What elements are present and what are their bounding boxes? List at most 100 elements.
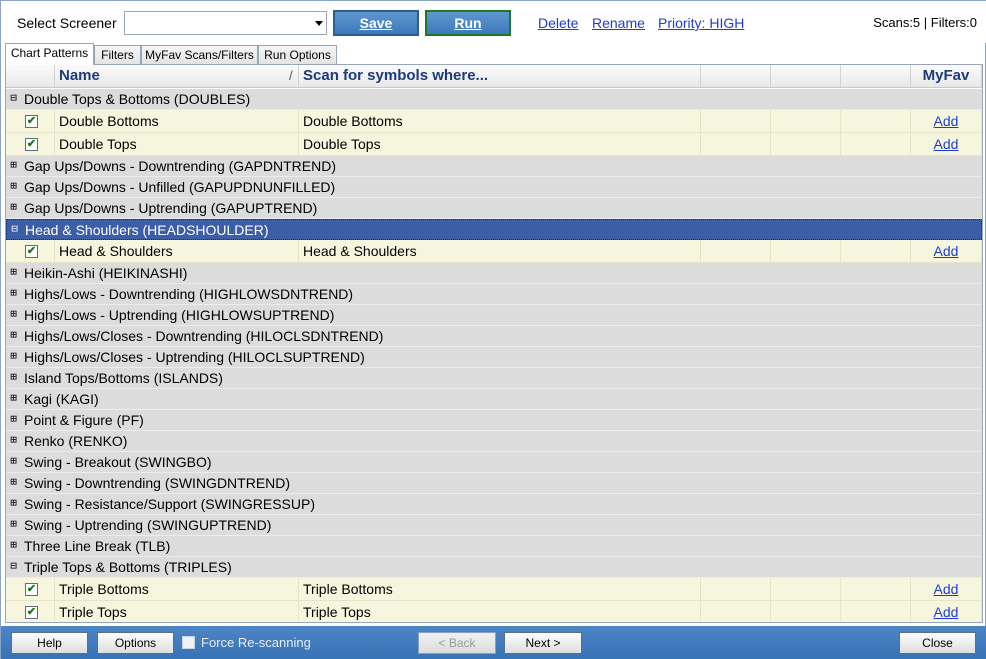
group-row[interactable]: ⊞ Gap Ups/Downs - Downtrending (GAPDNTREN… xyxy=(6,156,982,177)
group-row[interactable]: ⊞ Renko (RENKO) xyxy=(6,431,982,452)
group-row[interactable]: ⊞ Point & Figure (PF) xyxy=(6,410,982,431)
scan-name: Double Tops xyxy=(55,133,299,155)
group-label: Kagi (KAGI) xyxy=(24,391,99,407)
expand-icon[interactable]: ⊞ xyxy=(9,159,18,170)
group-row[interactable]: ⊞ Swing - Breakout (SWINGBO) xyxy=(6,452,982,473)
scan-row[interactable]: ✔ Double Tops Double Tops Add xyxy=(6,133,982,156)
group-label: Swing - Breakout (SWINGBO) xyxy=(24,454,212,470)
group-row[interactable]: ⊞ Highs/Lows - Downtrending (HIGHLOWSDNTR… xyxy=(6,284,982,305)
group-row[interactable]: ⊞ Gap Ups/Downs - Uptrending (GAPUPTREND) xyxy=(6,198,982,219)
save-button[interactable]: Save xyxy=(333,10,419,36)
header-column-5 xyxy=(841,65,911,87)
scan-row[interactable]: ✔ Double Bottoms Double Bottoms Add xyxy=(6,110,982,133)
empty-cell xyxy=(701,601,771,622)
add-to-myfav-link[interactable]: Add xyxy=(934,243,959,259)
header-name[interactable]: Name xyxy=(55,65,299,87)
empty-cell xyxy=(701,578,771,600)
scan-checkbox[interactable]: ✔ xyxy=(25,115,38,128)
expand-icon[interactable]: ⊞ xyxy=(9,350,18,361)
group-label: Swing - Resistance/Support (SWINGRESSUP) xyxy=(24,496,315,512)
scan-checkbox[interactable]: ✔ xyxy=(25,138,38,151)
group-row[interactable]: ⊞ Swing - Downtrending (SWINGDNTREND) xyxy=(6,473,982,494)
scan-name: Head & Shoulders xyxy=(55,240,299,262)
group-row[interactable]: ⊞ Gap Ups/Downs - Unfilled (GAPUPDNUNFILL… xyxy=(6,177,982,198)
group-label: Swing - Downtrending (SWINGDNTREND) xyxy=(24,475,291,491)
expand-icon[interactable]: ⊞ xyxy=(9,497,18,508)
expand-icon[interactable]: ⊞ xyxy=(9,287,18,298)
group-row[interactable]: ⊞ Kagi (KAGI) xyxy=(6,389,982,410)
expand-icon[interactable]: ⊞ xyxy=(9,434,18,445)
select-cell: ✔ xyxy=(6,240,55,262)
expand-icon[interactable]: ⊞ xyxy=(9,308,18,319)
group-label: Double Tops & Bottoms (DOUBLES) xyxy=(24,91,251,107)
group-row[interactable]: ⊟ Head & Shoulders (HEADSHOULDER) xyxy=(6,219,982,240)
tab-filters[interactable]: Filters xyxy=(94,45,141,65)
scan-row[interactable]: ✔ Triple Tops Triple Tops Add xyxy=(6,601,982,622)
grid-header: Name / Scan for symbols where... MyFav xyxy=(6,65,982,88)
empty-cell xyxy=(841,133,911,155)
tab-run-options[interactable]: Run Options xyxy=(258,45,337,65)
group-label: Three Line Break (TLB) xyxy=(24,538,171,554)
expand-icon[interactable]: ⊞ xyxy=(9,201,18,212)
scan-checkbox[interactable]: ✔ xyxy=(25,583,38,596)
scan-checkbox[interactable]: ✔ xyxy=(25,606,38,619)
expand-icon[interactable]: ⊞ xyxy=(9,180,18,191)
group-row[interactable]: ⊟ Double Tops & Bottoms (DOUBLES) xyxy=(6,89,982,110)
header-scan[interactable]: Scan for symbols where... xyxy=(299,65,701,87)
scan-condition: Triple Tops xyxy=(299,601,701,622)
header-myfav[interactable]: MyFav xyxy=(911,65,982,87)
myfav-cell: Add xyxy=(911,601,982,622)
group-row[interactable]: ⊞ Swing - Uptrending (SWINGUPTREND) xyxy=(6,515,982,536)
rename-link[interactable]: Rename xyxy=(592,15,645,31)
force-rescanning-checkbox[interactable] xyxy=(182,636,195,649)
priority-link[interactable]: Priority: HIGH xyxy=(658,15,744,31)
expand-icon[interactable]: ⊞ xyxy=(9,455,18,466)
group-row[interactable]: ⊞ Island Tops/Bottoms (ISLANDS) xyxy=(6,368,982,389)
group-row[interactable]: ⊞ Heikin-Ashi (HEIKINASHI) xyxy=(6,263,982,284)
expand-icon[interactable]: ⊞ xyxy=(9,266,18,277)
add-to-myfav-link[interactable]: Add xyxy=(934,136,959,152)
next-button[interactable]: Next > xyxy=(504,632,582,654)
empty-cell xyxy=(841,578,911,600)
scan-row[interactable]: ✔ Head & Shoulders Head & Shoulders Add xyxy=(6,240,982,263)
myfav-cell: Add xyxy=(911,578,982,600)
collapse-icon[interactable]: ⊟ xyxy=(10,223,19,234)
group-row[interactable]: ⊞ Highs/Lows/Closes - Downtrending (HILOC… xyxy=(6,326,982,347)
expand-icon[interactable]: ⊞ xyxy=(9,413,18,424)
group-row[interactable]: ⊞ Highs/Lows/Closes - Uptrending (HILOCLS… xyxy=(6,347,982,368)
expand-icon[interactable]: ⊞ xyxy=(9,392,18,403)
expand-icon[interactable]: ⊞ xyxy=(9,371,18,382)
close-button[interactable]: Close xyxy=(899,632,976,654)
run-button[interactable]: Run xyxy=(425,10,511,36)
add-to-myfav-link[interactable]: Add xyxy=(934,604,959,620)
add-to-myfav-link[interactable]: Add xyxy=(934,113,959,129)
collapse-icon[interactable]: ⊟ xyxy=(9,92,18,103)
screener-select[interactable] xyxy=(124,11,327,35)
help-button[interactable]: Help xyxy=(11,632,88,654)
empty-cell xyxy=(841,110,911,132)
group-row[interactable]: ⊟ Triple Tops & Bottoms (TRIPLES) xyxy=(6,557,982,578)
options-button[interactable]: Options xyxy=(97,632,174,654)
expand-icon[interactable]: ⊞ xyxy=(9,518,18,529)
myfav-cell: Add xyxy=(911,110,982,132)
tab-chart-patterns[interactable]: Chart Patterns xyxy=(5,43,94,65)
group-row[interactable]: ⊞ Highs/Lows - Uptrending (HIGHLOWSUPTREN… xyxy=(6,305,982,326)
group-row[interactable]: ⊞ Swing - Resistance/Support (SWINGRESSUP… xyxy=(6,494,982,515)
tab-myfav-scans-filters[interactable]: MyFav Scans/Filters xyxy=(141,45,258,65)
expand-icon[interactable]: ⊞ xyxy=(9,329,18,340)
group-label: Gap Ups/Downs - Unfilled (GAPUPDNUNFILLE… xyxy=(24,179,336,195)
empty-cell xyxy=(841,240,911,262)
expand-icon[interactable]: ⊞ xyxy=(9,476,18,487)
add-to-myfav-link[interactable]: Add xyxy=(934,581,959,597)
select-screener-label: Select Screener xyxy=(17,15,117,31)
scan-row[interactable]: ✔ Triple Bottoms Triple Bottoms Add xyxy=(6,578,982,601)
empty-cell xyxy=(771,578,841,600)
empty-cell xyxy=(701,240,771,262)
delete-link[interactable]: Delete xyxy=(538,15,578,31)
expand-icon[interactable]: ⊞ xyxy=(9,539,18,550)
collapse-icon[interactable]: ⊟ xyxy=(9,560,18,571)
group-row[interactable]: ⊞ Three Line Break (TLB) xyxy=(6,536,982,557)
scan-checkbox[interactable]: ✔ xyxy=(25,245,38,258)
group-label: Swing - Uptrending (SWINGUPTREND) xyxy=(24,517,272,533)
select-cell: ✔ xyxy=(6,133,55,155)
